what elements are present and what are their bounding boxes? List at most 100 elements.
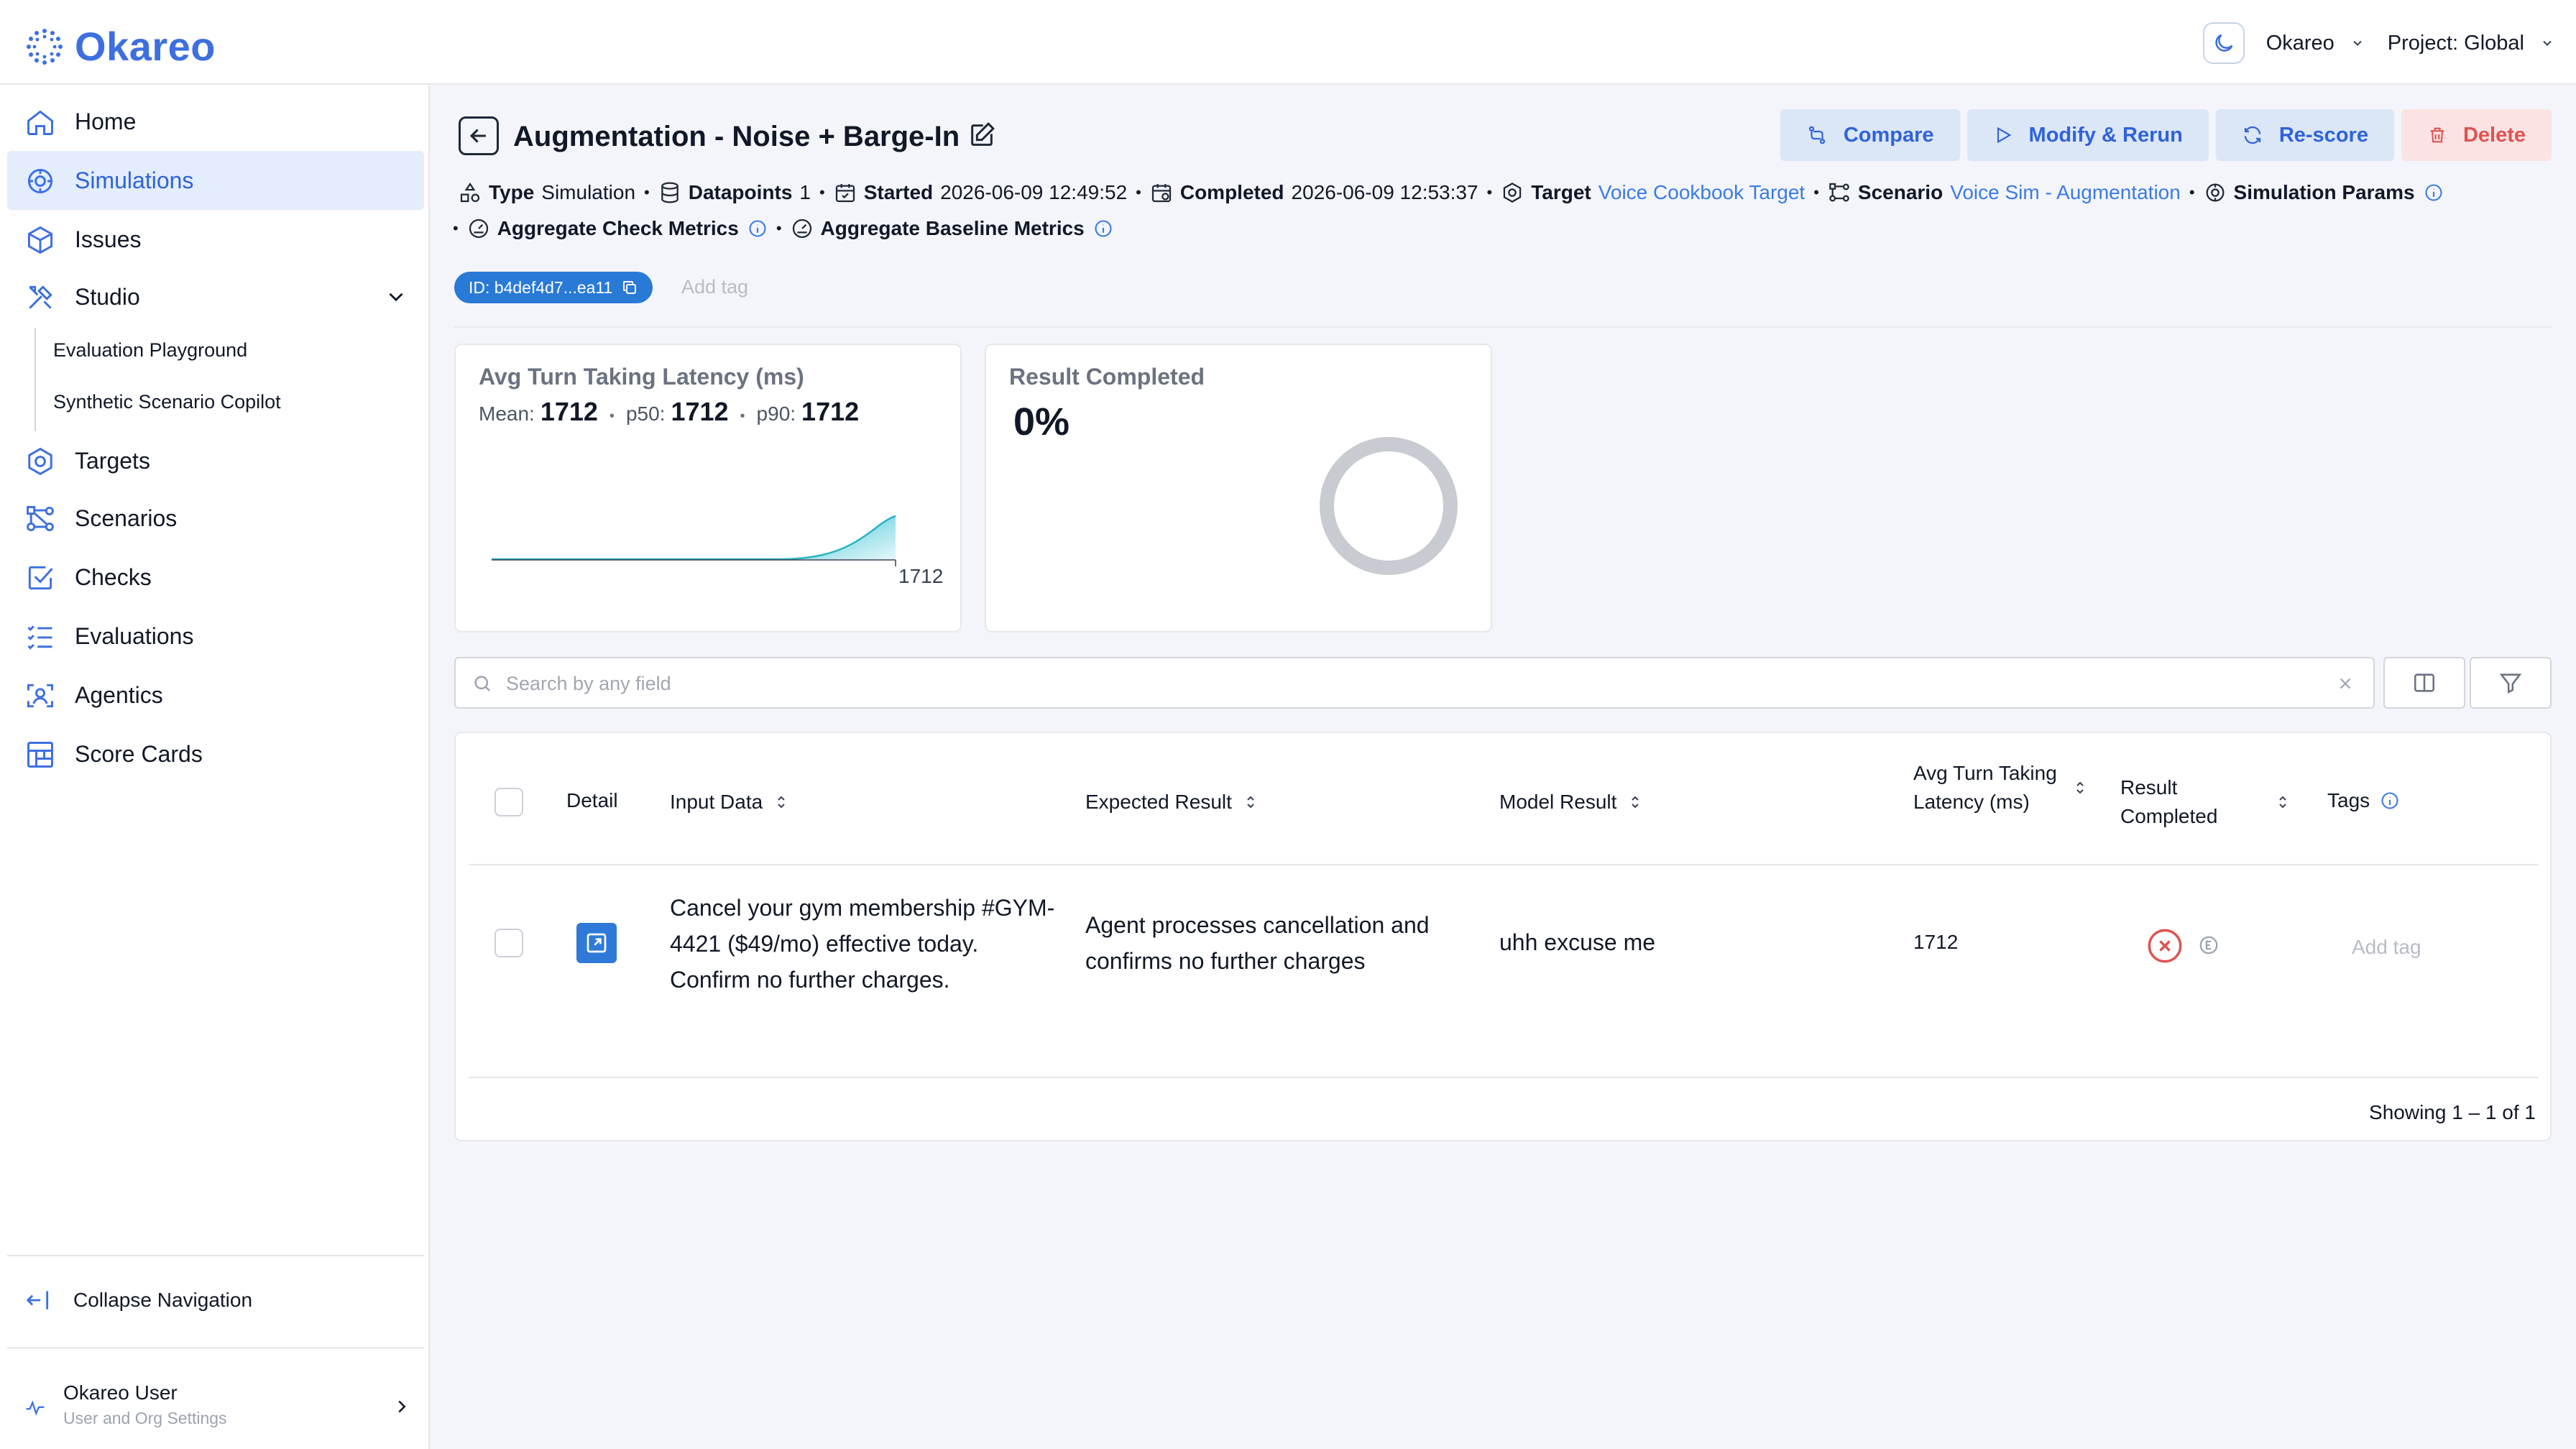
target-label: Target xyxy=(1531,181,1591,203)
column-header-input-data[interactable]: Input Data xyxy=(670,788,790,816)
pagination-summary: Showing 1 – 1 of 1 xyxy=(2369,1101,2536,1123)
sort-icon[interactable] xyxy=(2274,794,2291,811)
row-add-tag-input[interactable]: Add tag xyxy=(2352,936,2421,959)
column-header-label: Model Result xyxy=(1499,791,1617,813)
moon-icon xyxy=(2215,34,2233,52)
sidebar-item-label: Simulations xyxy=(75,167,194,193)
theme-toggle-button[interactable] xyxy=(2202,22,2245,64)
compare-button[interactable]: Compare xyxy=(1780,109,1960,161)
type-label: Type xyxy=(489,181,535,203)
select-all-checkbox[interactable] xyxy=(494,788,523,816)
sort-icon[interactable] xyxy=(1242,794,1259,811)
filter-button[interactable] xyxy=(2470,657,2552,709)
org-selector[interactable]: Okareo xyxy=(2266,32,2365,55)
column-header-label: Tags xyxy=(2327,789,2370,811)
aggregate-check-metrics-label[interactable]: Aggregate Check Metrics xyxy=(497,217,739,240)
started-value: 2026-06-09 12:49:52 xyxy=(940,181,1128,203)
type-value: Simulation xyxy=(541,181,636,203)
run-id-text: ID: b4def4d7...ea11 xyxy=(469,277,613,297)
simulation-params-label[interactable]: Simulation Params xyxy=(2234,181,2415,204)
hexagon-icon xyxy=(28,447,52,476)
sidebar-subitem-synthetic-scenario-copilot[interactable]: Synthetic Scenario Copilot xyxy=(53,391,281,413)
sort-icon[interactable] xyxy=(1627,794,1644,811)
rescore-button[interactable]: Re-score xyxy=(2215,109,2394,161)
user-subtitle: User and Org Settings xyxy=(63,1409,227,1427)
datapoints-label: Datapoints xyxy=(688,181,793,203)
collapse-navigation-label: Collapse Navigation xyxy=(73,1289,253,1311)
sidebar-item-home[interactable]: Home xyxy=(7,92,424,151)
sidebar-item-label: Studio xyxy=(75,283,140,310)
row-checkbox[interactable] xyxy=(494,929,523,957)
cell-input-data: Cancel your gym membership #GYM-4421 ($4… xyxy=(670,895,1055,993)
explanation-icon[interactable] xyxy=(2198,934,2220,956)
fail-x-icon xyxy=(2148,929,2182,963)
refresh-icon xyxy=(2244,126,2260,144)
run-meta-row: Type Simulation • Datapoints 1 • Started… xyxy=(459,181,2444,204)
column-header-detail: Detail xyxy=(566,786,618,815)
aggregate-metrics-row: • Aggregate Check Metrics • Aggregate Ba… xyxy=(453,217,1113,240)
clear-icon[interactable] xyxy=(2336,674,2355,693)
collapse-left-icon xyxy=(26,1291,49,1310)
user-settings-button[interactable]: Okareo User User and Org Settings xyxy=(24,1379,413,1436)
edit-pencil-icon[interactable] xyxy=(967,121,996,150)
datapoints-value: 1 xyxy=(799,181,811,203)
column-header-model-result[interactable]: Model Result xyxy=(1499,788,1644,816)
sidebar-item-label: Agentics xyxy=(75,681,163,708)
open-detail-icon xyxy=(586,933,607,953)
sidebar-item-label: Score Cards xyxy=(75,740,203,767)
back-button[interactable] xyxy=(459,116,499,155)
sort-icon[interactable] xyxy=(2071,779,2089,796)
started-label: Started xyxy=(863,181,934,203)
chevron-down-icon xyxy=(2543,40,2552,46)
info-icon[interactable] xyxy=(2424,183,2444,203)
x-axis-tick-label: 1712 xyxy=(898,565,944,587)
sidebar-item-issues[interactable]: Issues xyxy=(7,210,424,269)
delete-button[interactable]: Delete xyxy=(2401,109,2552,161)
cell-expected-result: Agent processes cancellation and confirm… xyxy=(1085,912,1430,974)
run-id-pill[interactable]: ID: b4def4d7...ea11 xyxy=(454,272,653,303)
sidebar-item-simulations[interactable]: Simulations xyxy=(7,151,424,210)
sort-icon[interactable] xyxy=(773,794,790,811)
add-tag-input[interactable]: Add tag xyxy=(681,276,748,298)
sidebar-item-evaluations[interactable]: Evaluations xyxy=(7,607,424,666)
sidebar-item-checks[interactable]: Checks xyxy=(7,548,424,607)
column-header-expected-result[interactable]: Expected Result xyxy=(1085,788,1259,816)
sidebar-item-targets[interactable]: Targets xyxy=(7,431,424,490)
latency-card-title: Avg Turn Taking Latency (ms) xyxy=(479,364,804,390)
page-title: Augmentation - Noise + Barge-In xyxy=(513,121,960,152)
column-header-label: Result Completed xyxy=(2120,776,2218,827)
latency-metric-card: Avg Turn Taking Latency (ms) Mean: 1712 … xyxy=(454,344,962,632)
scenario-link[interactable]: Voice Sim - Augmentation xyxy=(1950,181,2181,204)
calendar-complete-icon xyxy=(1151,184,1171,203)
column-header-result-completed[interactable]: Result Completed xyxy=(2120,773,2307,831)
sidebar-item-label: Scenarios xyxy=(75,505,178,531)
info-icon[interactable] xyxy=(1093,218,1113,239)
sidebar-subitem-evaluation-playground[interactable]: Evaluation Playground xyxy=(53,339,247,362)
result-completed-card: Result Completed 0% xyxy=(985,344,1492,632)
chevron-down-icon[interactable] xyxy=(384,285,408,309)
sidebar-item-scenarios[interactable]: Scenarios xyxy=(7,489,424,548)
column-header-avg-latency[interactable]: Avg Turn Taking Latency (ms) xyxy=(1913,759,2100,816)
project-selector[interactable]: Project: Global xyxy=(2388,32,2554,55)
sidebar-item-score-cards[interactable]: Score Cards xyxy=(7,724,424,783)
modify-rerun-button[interactable]: Modify & Rerun xyxy=(1966,109,2209,161)
sidebar-item-agentics[interactable]: Agentics xyxy=(7,666,424,724)
footer-divider xyxy=(469,1077,2539,1078)
sidebar-item-studio[interactable]: Studio xyxy=(7,267,424,326)
top-bar: Okareo Okareo Project: Global xyxy=(0,0,2576,85)
info-icon[interactable] xyxy=(748,218,768,239)
copy-icon[interactable] xyxy=(621,279,638,296)
table-icon xyxy=(27,742,53,768)
target-link[interactable]: Voice Cookbook Target xyxy=(1598,181,1805,204)
collapse-navigation-button[interactable]: Collapse Navigation xyxy=(24,1287,252,1314)
chevron-down-icon xyxy=(2353,40,2362,46)
okareo-logo[interactable]: Okareo xyxy=(24,23,216,70)
info-icon[interactable] xyxy=(2380,791,2400,811)
sidebar-divider xyxy=(7,1255,424,1256)
columns-toggle-button[interactable] xyxy=(2383,657,2465,709)
row-detail-button[interactable] xyxy=(576,923,617,963)
aggregate-baseline-metrics-label[interactable]: Aggregate Baseline Metrics xyxy=(821,217,1085,240)
search-input[interactable]: Search by any field xyxy=(506,673,671,695)
sidebar-item-label: Targets xyxy=(75,447,150,474)
compare-label: Compare xyxy=(1843,123,1934,147)
